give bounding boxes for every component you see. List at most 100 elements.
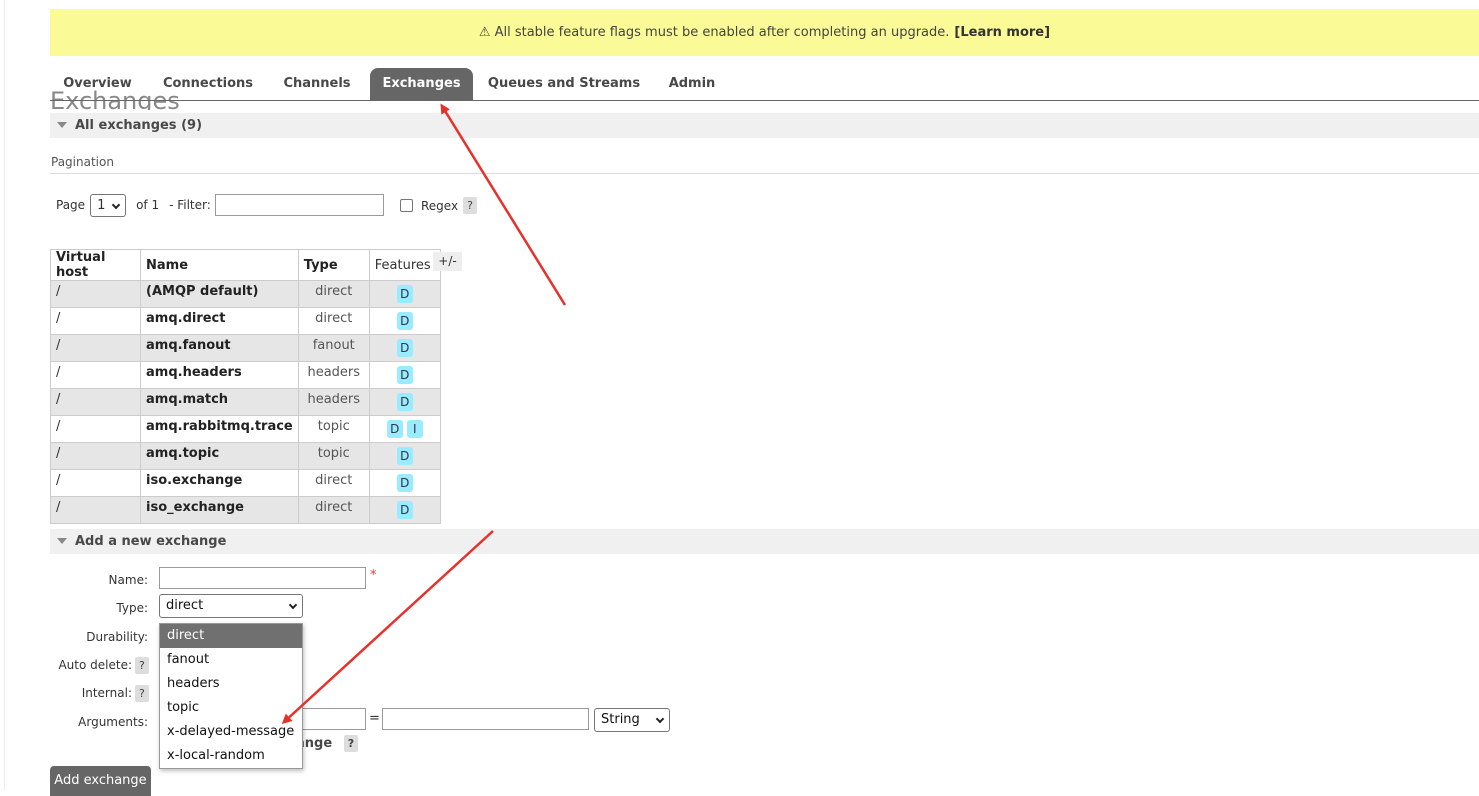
type-cell: topic [297,442,370,470]
column-header-type[interactable]: Type [297,249,370,281]
name-label: Name: [108,573,148,587]
type-option-x-local-random[interactable]: x-local-random [160,744,302,768]
page-label: Page [56,198,86,212]
feature-flag-banner: ⚠ All stable feature flags must be enabl… [50,9,1479,56]
exchange-name-link[interactable]: amq.fanout [140,334,299,362]
argument-key-input[interactable] [300,708,366,730]
feature-badge-internal: I [406,420,423,438]
pagination-controls: Page 1 of 1 - Filter: [56,193,384,217]
feature-badge-durable: D [386,420,403,438]
arguments-label: Arguments: [78,715,148,729]
features-cell: D [368,280,441,308]
durability-label: Durability: [86,630,148,644]
add-exchange-button[interactable]: Add exchange [50,766,151,796]
type-cell: direct [297,280,370,308]
type-option-x-delayed-message[interactable]: x-delayed-message [160,720,302,744]
column-header-features: Features [368,249,441,281]
column-toggle-button[interactable]: +/- [433,252,462,271]
features-cell: D [368,442,441,470]
pagination-divider [50,173,1479,174]
tab-admin[interactable]: Admin [654,68,730,100]
exchange-name-link[interactable]: amq.direct [140,307,299,335]
tab-connections[interactable]: Connections [153,68,263,100]
auto-delete-help-button[interactable]: ? [135,657,149,674]
column-header-virtual-host[interactable]: Virtual host [50,249,141,281]
feature-badge-durable: D [396,474,413,492]
feature-badge-durable: D [396,339,413,357]
learn-more-link[interactable]: [Learn more] [954,25,1050,40]
auto-delete-label: Auto delete: [58,658,132,672]
feature-badge-durable: D [396,447,413,465]
features-cell: DI [368,415,441,443]
vhost-cell: / [50,361,141,389]
page-select-value: 1 [97,197,106,213]
table-row: / amq.rabbitmq.trace topic DI [50,415,441,443]
table-row: / iso_exchange direct D [50,496,441,524]
feature-badge-durable: D [396,366,413,384]
exchange-name-input[interactable] [159,567,366,589]
alternate-exchange-help-button[interactable]: ? [343,735,359,752]
vhost-cell: / [50,469,141,497]
type-cell: direct [297,469,370,497]
type-cell: topic [297,415,370,443]
vhost-cell: / [50,280,141,308]
feature-badge-durable: D [396,393,413,411]
exchange-name-link[interactable]: amq.rabbitmq.trace [140,415,299,443]
filter-label: - Filter: [169,198,211,212]
vhost-cell: / [50,496,141,524]
all-exchanges-toggle[interactable]: All exchanges (9) [50,113,1479,138]
type-label: Type: [116,601,148,615]
column-header-name[interactable]: Name [140,249,299,281]
warning-icon: ⚠ [478,25,491,40]
exchange-name-link[interactable]: amq.match [140,388,299,416]
filter-input[interactable] [214,194,384,216]
type-select-value: direct [166,598,204,613]
vhost-cell: / [50,415,141,443]
table-row: / (AMQP default) direct D [50,280,441,308]
regex-label: Regex [421,198,459,213]
exchange-name-link[interactable]: (AMQP default) [140,280,299,308]
banner-message: All stable feature flags must be enabled… [494,25,950,40]
page-select[interactable]: 1 [90,193,127,217]
internal-help-button[interactable]: ? [135,685,149,702]
type-option-headers[interactable]: headers [160,672,302,696]
table-row: / amq.match headers D [50,388,441,416]
type-option-direct[interactable]: direct [160,624,302,648]
features-cell: D [368,361,441,389]
features-cell: D [368,307,441,335]
exchange-name-link[interactable]: amq.topic [140,442,299,470]
add-alternate-exchange-link[interactable]: ange ? [296,735,359,752]
table-row: / amq.direct direct D [50,307,441,335]
type-option-fanout[interactable]: fanout [160,648,302,672]
vhost-cell: / [50,334,141,362]
add-exchange-title: Add a new exchange [75,534,227,549]
collapse-triangle-icon [57,538,67,544]
regex-help-button[interactable]: ? [463,197,477,214]
tab-queues-and-streams[interactable]: Queues and Streams [483,68,645,100]
add-exchange-toggle[interactable]: Add a new exchange [50,529,1479,554]
table-row: / amq.topic topic D [50,442,441,470]
features-cell: D [368,496,441,524]
tab-channels[interactable]: Channels [271,68,363,100]
exchange-name-link[interactable]: iso_exchange [140,496,299,524]
argument-value-input[interactable] [382,708,589,730]
chevron-down-icon [111,200,121,209]
annotation-arrow-delayed-message [281,530,494,725]
page-left-border [4,0,5,790]
features-cell: D [368,334,441,362]
tab-overview[interactable]: Overview [50,68,145,100]
regex-checkbox[interactable] [400,199,413,212]
all-exchanges-title: All exchanges (9) [75,118,203,133]
features-cell: D [368,388,441,416]
type-cell: direct [297,307,370,335]
exchange-name-link[interactable]: iso.exchange [140,469,299,497]
type-cell: direct [297,496,370,524]
exchange-type-select[interactable]: direct [159,594,303,618]
argument-type-value: String [601,712,640,727]
regex-option: Regex ? [400,197,477,214]
argument-type-select[interactable]: String [594,708,670,732]
exchange-name-link[interactable]: amq.headers [140,361,299,389]
tab-exchanges[interactable]: Exchanges [370,68,473,100]
chevron-down-icon [655,714,665,724]
type-option-topic[interactable]: topic [160,696,302,720]
